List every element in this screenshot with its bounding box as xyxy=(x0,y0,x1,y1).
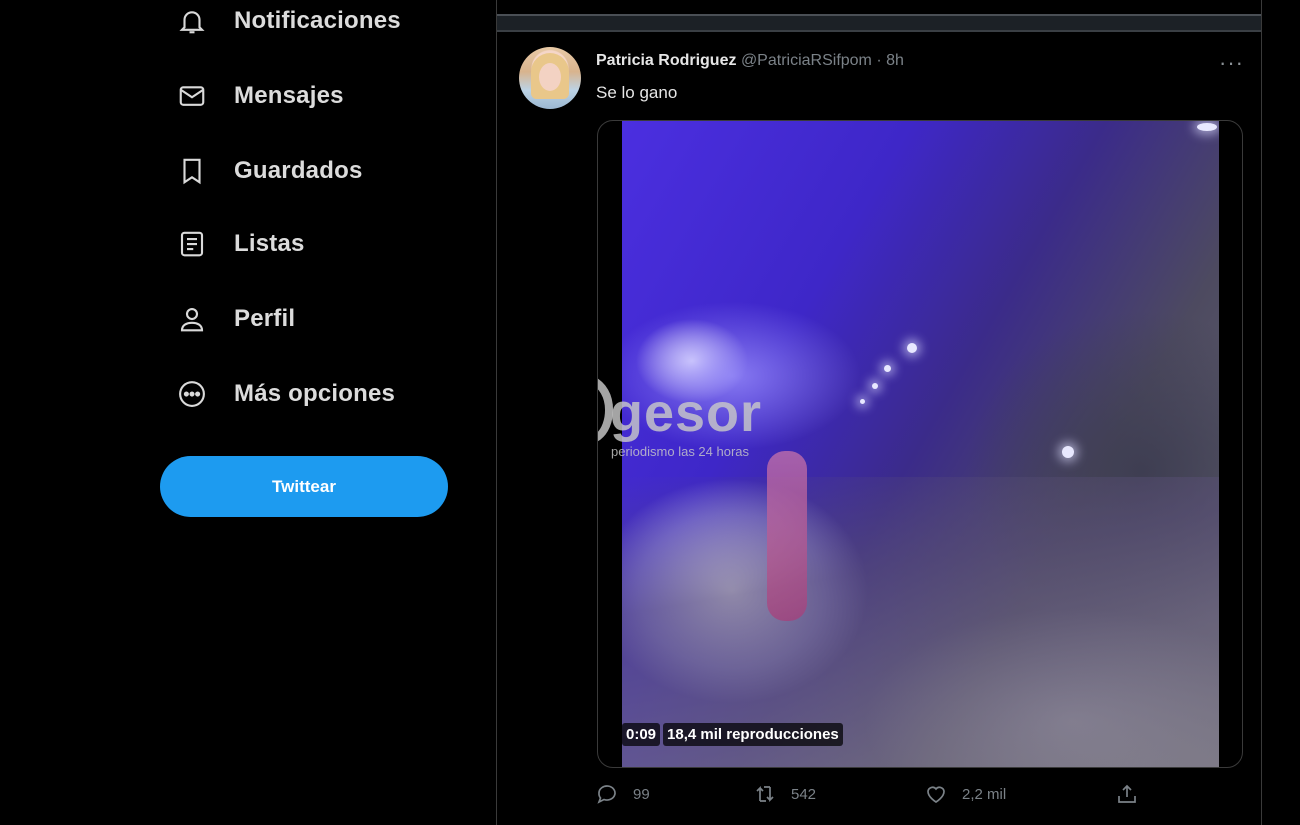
sidebar-item-mensajes[interactable]: Mensajes xyxy=(174,71,344,121)
reply-count: 99 xyxy=(633,785,650,803)
bookmark-icon xyxy=(174,153,210,189)
heart-icon xyxy=(927,786,945,803)
share-button[interactable] xyxy=(1115,782,1139,806)
timeline: Patricia Rodriguez @PatriciaRSifpom · 8h… xyxy=(496,0,1262,825)
sidebar-item-listas[interactable]: Listas xyxy=(174,219,305,269)
divider xyxy=(497,14,1261,32)
retweet-count: 542 xyxy=(791,785,817,803)
separator: · xyxy=(876,52,882,69)
sidebar-item-perfil[interactable]: Perfil xyxy=(174,294,295,344)
video-views: 18,4 mil reproducciones xyxy=(663,723,843,746)
sidebar-item-label: Perfil xyxy=(234,305,296,332)
tweet-header: Patricia Rodriguez @PatriciaRSifpom · 8h xyxy=(596,52,904,70)
author-name[interactable]: Patricia Rodriguez xyxy=(596,52,736,69)
sidebar-item-label: Mensajes xyxy=(234,82,344,109)
retweet-icon xyxy=(756,785,774,803)
video-player[interactable]: @ gesor periodismo las 24 horas 0:09 18,… xyxy=(597,120,1243,768)
list-icon xyxy=(174,226,210,262)
sidebar: Notificaciones Mensajes Guardados Listas… xyxy=(160,0,460,825)
sidebar-item-label: Más opciones xyxy=(234,380,396,407)
more-circle-icon xyxy=(174,376,210,412)
like-count: 2,2 mil xyxy=(962,785,1007,803)
share-icon xyxy=(1118,784,1136,803)
more-icon[interactable]: ··· xyxy=(1219,50,1244,76)
like-button[interactable]: 2,2 mil xyxy=(924,782,1006,806)
retweet-button[interactable]: 542 xyxy=(753,782,816,806)
video-frame[interactable] xyxy=(622,121,1219,767)
tweet-time[interactable]: 8h xyxy=(886,52,904,69)
sidebar-item-notificaciones[interactable]: Notificaciones xyxy=(174,0,401,46)
sidebar-item-label: Listas xyxy=(234,230,305,257)
avatar[interactable] xyxy=(519,47,581,109)
video-info: 0:09 18,4 mil reproducciones xyxy=(622,723,843,746)
tweet-button[interactable]: Twittear xyxy=(160,456,448,517)
reply-button[interactable]: 99 xyxy=(595,782,650,806)
sidebar-item-mas-opciones[interactable]: Más opciones xyxy=(174,369,395,419)
sidebar-item-guardados[interactable]: Guardados xyxy=(174,146,363,196)
bell-icon xyxy=(174,3,210,39)
sidebar-item-label: Notificaciones xyxy=(234,7,401,34)
mail-icon xyxy=(174,78,210,114)
reply-icon xyxy=(597,785,616,804)
video-duration: 0:09 xyxy=(622,723,661,746)
tweet-text: Se lo gano xyxy=(596,83,678,102)
author-handle[interactable]: @PatriciaRSifpom xyxy=(741,52,872,69)
person-icon xyxy=(174,301,210,337)
sidebar-item-label: Guardados xyxy=(234,157,363,184)
watermark-symbol: @ xyxy=(598,348,619,473)
